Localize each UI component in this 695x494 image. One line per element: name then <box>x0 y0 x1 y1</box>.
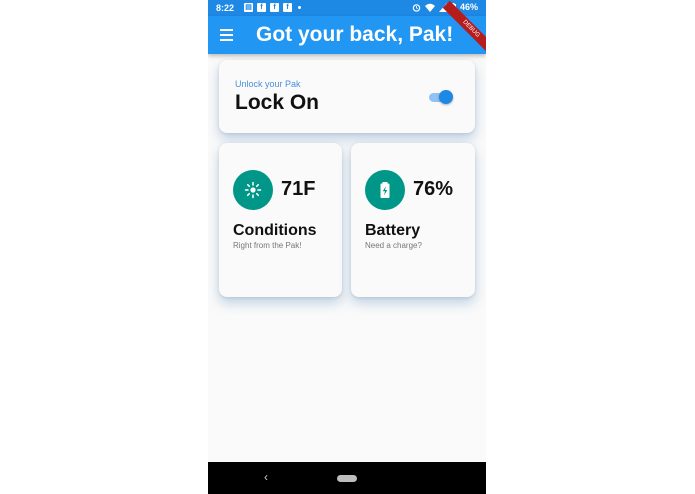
conditions-tile[interactable]: 71F Conditions Right from the Pak! <box>219 143 342 297</box>
app-bar: Got your back, Pak! DEBUG <box>208 0 486 58</box>
battery-icon-circle <box>365 170 405 210</box>
conditions-value: 71F <box>281 178 316 200</box>
facebook-icon: f <box>257 3 266 12</box>
facebook-icon: f <box>283 3 292 12</box>
status-time: 8:22 <box>216 3 235 13</box>
battery-label: Battery <box>365 222 421 239</box>
battery-tile[interactable]: 76% Battery Need a charge? <box>351 143 475 297</box>
notification-icons: ▤ f f f <box>244 3 301 12</box>
back-button[interactable]: ‹ <box>264 470 268 484</box>
lock-status: Lock On <box>235 91 320 114</box>
phone-screen: 8:22 ▤ f f f 46% Got your back, Pak! DEB… <box>208 0 486 494</box>
notification-icon: ▤ <box>244 3 253 12</box>
conditions-icon-circle <box>233 170 273 210</box>
facebook-icon: f <box>270 3 279 12</box>
conditions-desc: Right from the Pak! <box>233 241 302 250</box>
home-button[interactable] <box>337 475 357 482</box>
system-nav-bar: ‹ <box>208 462 486 494</box>
battery-percent: 46% <box>459 2 478 12</box>
page-title: Got your back, Pak! <box>256 23 454 46</box>
menu-icon[interactable] <box>220 29 233 41</box>
lock-toggle[interactable] <box>427 90 453 104</box>
lock-card: Unlock your Pak Lock On <box>219 60 475 133</box>
conditions-label: Conditions <box>233 222 317 239</box>
battery-value: 76% <box>413 178 454 200</box>
battery-desc: Need a charge? <box>365 241 422 250</box>
sun-icon <box>244 181 262 199</box>
lock-subtitle: Unlock your Pak <box>235 79 301 89</box>
more-notifications-icon <box>298 6 301 9</box>
battery-charging-icon <box>380 182 390 198</box>
alarm-icon <box>412 3 421 12</box>
wifi-icon <box>424 3 435 12</box>
